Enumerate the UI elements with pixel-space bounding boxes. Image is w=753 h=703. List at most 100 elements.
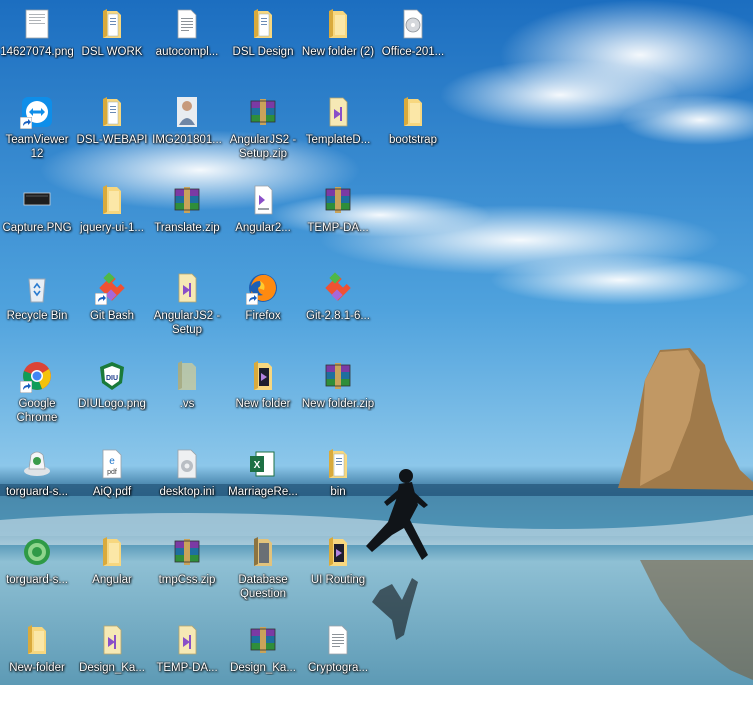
firefox-icon (246, 271, 280, 305)
desktop-icon[interactable]: IMG201801... (150, 89, 224, 175)
desktop-icon[interactable]: AngularJS2 - Setup (150, 265, 224, 351)
desktop-icon[interactable]: Angular (75, 529, 149, 615)
desktop-icon[interactable]: 14627074.png (0, 1, 74, 87)
desktop-icon-label: TEMP-DA... (307, 222, 369, 234)
desktop-icon[interactable]: TeamViewer 12 (0, 89, 74, 175)
desktop-icon[interactable]: jquery-ui-1... (75, 177, 149, 263)
desktop-icon[interactable]: Google Chrome (0, 353, 74, 439)
chrome-icon (20, 359, 54, 393)
desktop-icon[interactable]: DIU DIULogo.png (75, 353, 149, 439)
winrar-icon (246, 95, 280, 129)
desktop-icon[interactable]: bootstrap (376, 89, 450, 175)
desktop-icon[interactable]: New folder (226, 353, 300, 439)
desktop-icon-label: bin (330, 486, 346, 498)
desktop-icon[interactable]: bin (301, 441, 375, 527)
desktop-icon[interactable]: Office-201... (376, 1, 450, 87)
desktop-icon-label: Design_Ka... (230, 662, 296, 674)
svg-text:e: e (109, 456, 115, 467)
desktop-icon[interactable]: e pdf AiQ.pdf (75, 441, 149, 527)
desktop-icon-label: Git-2.8.1-6... (306, 310, 370, 322)
winrar-icon (170, 183, 204, 217)
desktop-icon-label: New folder.zip (301, 398, 375, 410)
desktop-icon-label: 14627074.png (0, 46, 74, 58)
desktop-icon[interactable]: Recycle Bin (0, 265, 74, 351)
desktop-icon[interactable]: Translate.zip (150, 177, 224, 263)
desktop-icon[interactable]: torguard-s... (0, 441, 74, 527)
desktop-icon[interactable]: tmpCss.zip (150, 529, 224, 615)
desktop-icon-label: Git Bash (89, 310, 135, 322)
desktop-icon[interactable]: Design_Ka... (75, 617, 149, 703)
desktop-icon-label: Angular (92, 574, 132, 586)
vs-file-icon (246, 183, 280, 217)
desktop-icon[interactable]: AngularJS2 - Setup.zip (226, 89, 300, 175)
desktop-icon[interactable]: Git Bash (75, 265, 149, 351)
winrar-icon (170, 535, 204, 569)
desktop-icon[interactable]: Database Question (226, 529, 300, 615)
desktop-icon-label: AngularJS2 - Setup.zip (229, 134, 297, 160)
desktop-icon-label: Design_Ka... (79, 662, 145, 674)
desktop-icon[interactable]: New folder.zip (301, 353, 375, 439)
desktop-icon[interactable]: DSL Design (226, 1, 300, 87)
desktop-icon[interactable]: Capture.PNG (0, 177, 74, 263)
desktop-icon-label: DSL-WEBAPI (76, 134, 148, 146)
winrar-icon (321, 183, 355, 217)
desktop-icon-label: Firefox (245, 310, 281, 322)
text-file-icon (321, 623, 355, 657)
desktop-icon[interactable]: .vs (150, 353, 224, 439)
desktop-icon[interactable]: DSL WORK (75, 1, 149, 87)
desktop-icon-label: Office-201... (381, 46, 445, 58)
desktop-icon-label: desktop.ini (159, 486, 215, 498)
desktop-icon-label: AngularJS2 - Setup (153, 310, 221, 336)
desktop-icon-label: New folder (235, 398, 291, 410)
shortcut-arrow-icon (95, 293, 107, 305)
recycle-bin-icon (20, 271, 54, 305)
desktop-icon[interactable]: desktop.ini (150, 441, 224, 527)
desktop-icon-label: Cryptogra... (307, 662, 369, 674)
desktop-icon[interactable]: autocompl... (150, 1, 224, 87)
desktop-icon[interactable]: TemplateD... (301, 89, 375, 175)
desktop-icon-label: MarriageRe... (228, 486, 298, 498)
desktop-icon-label: DIULogo.png (78, 398, 146, 410)
desktop-icon-label: TEMP-DA... (156, 662, 218, 674)
desktop-icon[interactable]: TEMP-DA... (150, 617, 224, 703)
excel-icon: X (246, 447, 280, 481)
desktop-icon[interactable]: DSL-WEBAPI (75, 89, 149, 175)
diu-logo-icon: DIU (95, 359, 129, 393)
desktop-icon[interactable]: UI Routing (301, 529, 375, 615)
desktop-icon[interactable]: Git-2.8.1-6... (301, 265, 375, 351)
desktop-icon-label: autocompl... (155, 46, 219, 58)
folder-documents-icon (95, 7, 129, 41)
svg-text:X: X (254, 460, 261, 471)
shortcut-arrow-icon (20, 381, 32, 393)
desktop-icon-label: torguard-s... (6, 486, 68, 498)
desktop-icon-label: torguard-s... (6, 574, 68, 586)
desktop-icon[interactable]: New folder (2) (301, 1, 375, 87)
folder-documents-icon (246, 7, 280, 41)
folder-documents-icon (95, 95, 129, 129)
desktop-icon[interactable]: X MarriageRe... (226, 441, 300, 527)
desktop-icon[interactable]: torguard-s... (0, 529, 74, 615)
desktop-icon[interactable]: TEMP-DA... (301, 177, 375, 263)
desktop-icon-label: .vs (179, 398, 195, 410)
shortcut-arrow-icon (20, 117, 32, 129)
desktop-icon-label: Database Question (238, 574, 288, 600)
folder-icon (95, 535, 129, 569)
ini-file-icon (170, 447, 204, 481)
torguard-shield-icon (20, 535, 54, 569)
winrar-icon (321, 359, 355, 393)
desktop-icon-label: New folder (2) (301, 46, 375, 58)
desktop-icon[interactable]: Firefox (226, 265, 300, 351)
desktop-icon[interactable]: Design_Ka... (226, 617, 300, 703)
desktop-icon-label: Translate.zip (154, 222, 220, 234)
desktop-icon-label: jquery-ui-1... (80, 222, 144, 234)
desktop-icon-grid: 14627074.png TeamViewer 12 Capture.PNG Recy… (0, 0, 753, 685)
desktop-icon[interactable]: New-folder (0, 617, 74, 703)
folder-icon (321, 7, 355, 41)
desktop-icon[interactable]: Angular2... (226, 177, 300, 263)
desktop-icon[interactable]: Cryptogra... (301, 617, 375, 703)
desktop-icon-label: DSL Design (232, 46, 294, 58)
folder-documents-icon (321, 447, 355, 481)
desktop-icon-label: TeamViewer 12 (5, 134, 69, 160)
desktop-icon-label: Capture.PNG (2, 222, 72, 234)
desktop-icon-label: UI Routing (310, 574, 366, 586)
